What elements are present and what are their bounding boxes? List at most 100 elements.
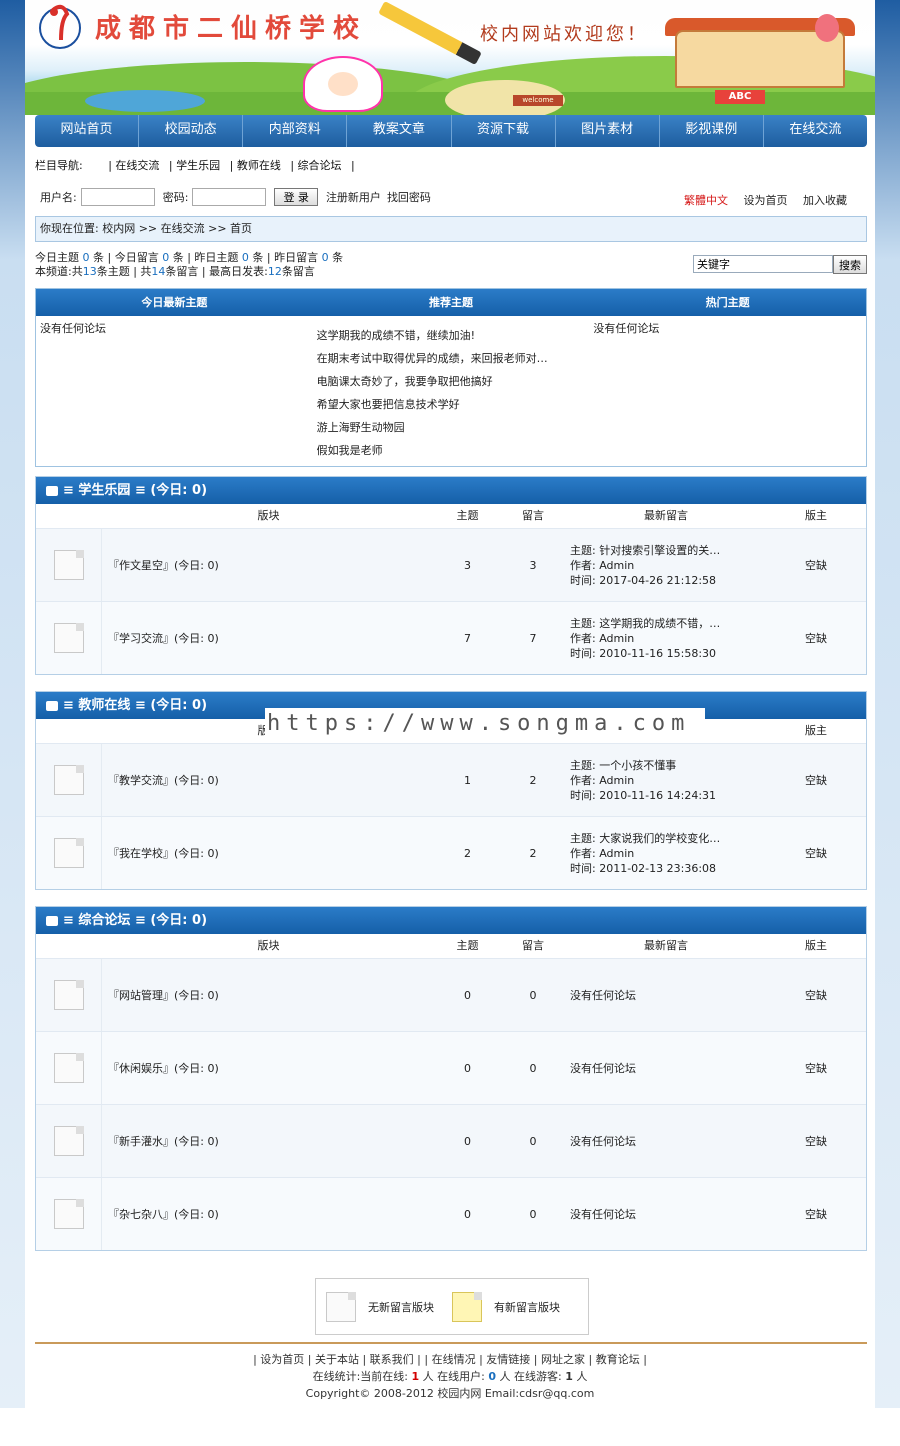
footer-link[interactable]: | 在线情况 — [424, 1353, 475, 1366]
footer-link[interactable]: | 网址之家 — [534, 1353, 585, 1366]
board-name-link[interactable]: 『我在学校』(今日: 0) — [102, 845, 435, 861]
section-title: ≡ 教师在线 ≡ (今日: 0) — [63, 698, 208, 713]
column-nav-item[interactable]: | 学生乐园 — [169, 159, 220, 172]
header-replies: 留言 — [522, 939, 544, 952]
search-button[interactable]: 搜索 — [833, 255, 867, 274]
username-input[interactable] — [80, 188, 155, 206]
footer-link: | — [417, 1353, 421, 1366]
last-post-time: 时间: 2010-11-16 15:58:30 — [570, 646, 717, 660]
no-new-posts-icon — [53, 980, 84, 1010]
section-header[interactable]: ≡ 学生乐园 ≡ (今日: 0) — [36, 477, 866, 504]
last-post-topic-link[interactable]: 主题: 一个小孩不懂事 — [570, 758, 766, 773]
register-link[interactable]: 注册新用户 — [326, 189, 381, 205]
nav-internal-docs[interactable]: 内部资料 — [243, 115, 348, 147]
header-spacer — [36, 719, 102, 743]
footer-link[interactable]: | 友情链接 — [479, 1353, 530, 1366]
stats-line-1: 今日主题 0 条 | 今日留言 0 条 | 昨日主题 0 条 | 昨日留言 0 … — [35, 251, 343, 265]
last-post-author: 作者: Admin — [570, 558, 635, 572]
column-nav-label: 栏目导航: — [35, 159, 83, 172]
reply-count: 0 — [529, 1134, 537, 1148]
topic-count: 0 — [464, 1134, 471, 1148]
no-new-posts-icon — [53, 838, 84, 868]
column-nav: 栏目导航: | 在线交流 | 学生乐园 | 教师在线 | 综合论坛 | — [35, 157, 361, 173]
no-new-posts-icon — [53, 623, 84, 653]
footer: | 设为首页 | 关于本站 | 联系我们 | | 在线情况 | 友情链接 | 网… — [25, 1351, 875, 1402]
last-post: 没有任何论坛 — [570, 1134, 636, 1148]
tab-recommended: 推荐主题 — [429, 296, 473, 309]
board-name-link[interactable]: 『网站管理』(今日: 0) — [102, 987, 435, 1003]
right-background — [875, 0, 900, 1408]
board-name-link[interactable]: 『休闲娱乐』(今日: 0) — [102, 1060, 435, 1076]
online-total: 1 — [411, 1370, 420, 1383]
stat-value: 13 — [82, 265, 97, 278]
last-post-topic-link[interactable]: 主题: 针对搜索引擎设置的关… — [570, 543, 766, 558]
nav-campus-news[interactable]: 校园动态 — [139, 115, 244, 147]
nav-lesson-articles[interactable]: 教案文章 — [347, 115, 452, 147]
search-input[interactable] — [693, 255, 833, 273]
table-row: 『作文星空』(今日: 0) 3 3 主题: 针对搜索引擎设置的关… 作者: Ad… — [36, 528, 866, 601]
column-nav-item[interactable]: | 教师在线 — [230, 159, 281, 172]
board-status-cell — [36, 1105, 102, 1177]
column-nav-item[interactable]: | 在线交流 — [108, 159, 159, 172]
recommended-topic-link[interactable]: 电脑课太奇妙了，我要争取把他搞好 — [317, 370, 590, 393]
topic-count: 2 — [464, 846, 471, 860]
topic-count: 0 — [464, 1061, 471, 1075]
recommended-topic-link[interactable]: 游上海野生动物园 — [317, 416, 590, 439]
abc-sign: ABC — [715, 90, 765, 104]
board-name-link[interactable]: 『杂七杂八』(今日: 0) — [102, 1206, 435, 1222]
last-post-topic-link[interactable]: 主题: 这学期我的成绩不错，… — [570, 616, 766, 631]
column-nav-item[interactable]: | 综合论坛 — [290, 159, 341, 172]
nav-online-forum[interactable]: 在线交流 — [764, 115, 867, 147]
board-name-link[interactable]: 『新手灌水』(今日: 0) — [102, 1133, 435, 1149]
no-new-posts-icon — [53, 1199, 84, 1229]
nav-home[interactable]: 网站首页 — [35, 115, 140, 147]
topic-count: 7 — [464, 631, 471, 645]
board-name-link[interactable]: 『作文星空』(今日: 0) — [102, 557, 435, 573]
last-post-time: 时间: 2010-11-16 14:24:31 — [570, 788, 717, 802]
recommended-topic-link[interactable]: 希望大家也要把信息技术学好 — [317, 393, 590, 416]
password-label: 密码: — [162, 191, 189, 204]
nav-downloads[interactable]: 资源下载 — [452, 115, 556, 147]
footer-link[interactable]: | 教育论坛 — [589, 1353, 640, 1366]
table-row: 『教学交流』(今日: 0) 1 2 主题: 一个小孩不懂事 作者: Admin … — [36, 743, 866, 816]
moderator: 空缺 — [805, 1208, 827, 1221]
online-text: 人 在线用户: — [422, 1370, 485, 1383]
board-name-link[interactable]: 『学习交流』(今日: 0) — [102, 630, 435, 646]
section-header[interactable]: ≡ 综合论坛 ≡ (今日: 0) — [36, 907, 866, 934]
board-status-cell — [36, 1178, 102, 1250]
topic-count: 0 — [464, 1207, 471, 1221]
board-name-link[interactable]: 『教学交流』(今日: 0) — [102, 772, 435, 788]
set-homepage-link[interactable]: 设为首页 — [744, 194, 788, 207]
topic-count: 1 — [464, 773, 471, 787]
footer-link[interactable]: | 关于本站 — [308, 1353, 359, 1366]
add-favorite-link[interactable]: 加入收藏 — [803, 194, 847, 207]
column-header-row: 版块 主题 留言 最新留言 版主 — [36, 504, 866, 528]
nav-images[interactable]: 图片素材 — [556, 115, 660, 147]
legend-no-new: 无新留言版块 — [368, 1300, 434, 1314]
header-moderator: 版主 — [805, 939, 827, 952]
column-header-row: 版块 主题 留言 最新留言 版主 — [36, 934, 866, 958]
school-name: 成都市二仙桥学校 — [95, 14, 368, 44]
chat-bubble-icon — [46, 700, 58, 711]
login-button[interactable]: 登 录 — [274, 188, 318, 206]
password-input[interactable] — [192, 188, 267, 206]
last-post-topic-link[interactable]: 主题: 大家说我们的学校变化… — [570, 831, 766, 846]
recommended-topic-link[interactable]: 在期末考试中取得优异的成绩，来回报老师对… — [317, 347, 590, 370]
traditional-chinese-link[interactable]: 繁體中文 — [684, 194, 728, 207]
school-logo-icon[interactable] — [37, 0, 83, 52]
footer-link[interactable]: | 设为首页 — [253, 1353, 304, 1366]
header-moderator: 版主 — [805, 724, 827, 737]
footer-link[interactable]: | 联系我们 — [362, 1353, 413, 1366]
welcome-text: 校内网站欢迎您！ — [480, 24, 648, 45]
pencil-icon — [378, 0, 482, 66]
online-users: 0 — [488, 1370, 497, 1383]
last-post: 主题: 一个小孩不懂事 作者: Admin 时间: 2010-11-16 14:… — [566, 758, 766, 803]
reply-count: 3 — [529, 558, 537, 572]
reply-count: 0 — [529, 1061, 537, 1075]
recommended-topic-link[interactable]: 这学期我的成绩不错，继续加油! — [317, 324, 590, 347]
nav-video-lessons[interactable]: 影视课例 — [660, 115, 764, 147]
forgot-password-link[interactable]: 找回密码 — [387, 189, 431, 205]
stat-text: 条 | 今日留言 — [93, 251, 159, 264]
recommended-topic-link[interactable]: 假如我是老师 — [317, 439, 590, 462]
footer-links: | 设为首页 | 关于本站 | 联系我们 | | 在线情况 | 友情链接 | 网… — [25, 1351, 875, 1368]
